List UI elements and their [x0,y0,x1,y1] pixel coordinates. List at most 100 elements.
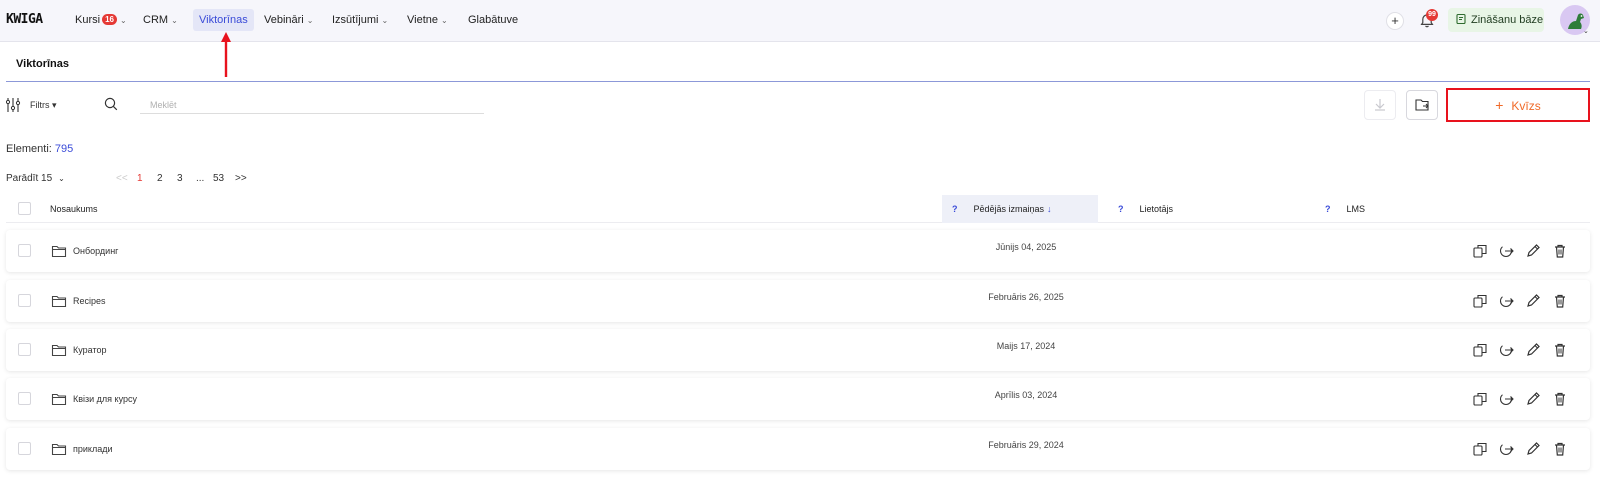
add-quiz-label: Kvīzs [1511,99,1541,113]
duplicate-button[interactable] [1472,391,1488,407]
help-icon[interactable]: ? [1118,204,1124,214]
edit-icon [1527,244,1540,257]
pagination-page[interactable]: 2 [157,173,163,184]
move-icon [1499,392,1514,406]
delete-button[interactable] [1552,293,1568,309]
duplicate-icon [1473,244,1487,258]
delete-button[interactable] [1552,391,1568,407]
nav-item-label: CRM [143,14,169,26]
table-row[interactable]: приклади Februāris 29, 2024 [6,428,1590,470]
delete-icon [1555,244,1565,258]
add-folder-button[interactable] [1406,90,1438,120]
table-row[interactable]: Куратор Maijs 17, 2024 [6,329,1590,371]
duplicate-button[interactable] [1472,342,1488,358]
row-checkbox[interactable] [18,244,31,257]
filter-button[interactable] [5,97,22,116]
nav-item-website[interactable]: Vietne ⌄ [401,9,454,31]
delete-icon [1555,343,1565,357]
pagination-prev[interactable]: << [116,173,128,184]
nav-item-mailings[interactable]: Izsūtījumi ⌄ [326,9,394,31]
column-header-lms[interactable]: ? LMS [1325,204,1365,214]
row-checkbox[interactable] [18,343,31,356]
edit-icon [1527,343,1540,356]
filter-sliders-icon [5,98,21,112]
plus-icon: + [1391,13,1399,28]
table-row[interactable]: Онбординг Jūnijs 04, 2025 [6,230,1590,272]
nav-item-label: Vebināri [264,14,304,26]
pagination-page[interactable]: 3 [177,173,183,184]
edit-button[interactable] [1525,342,1541,358]
edit-button[interactable] [1525,391,1541,407]
edit-button[interactable] [1525,441,1541,457]
chevron-down-icon: ⌄ [381,16,389,25]
courses-count-badge: 16 [102,14,117,25]
chevron-down-icon: ⌄ [441,16,448,25]
folder-icon [51,393,67,406]
add-quiz-button[interactable]: + Kvīzs [1446,88,1590,122]
move-button[interactable] [1498,293,1514,309]
row-name[interactable]: Куратор [73,345,107,355]
help-icon[interactable]: ? [1325,204,1331,214]
row-updated-date: Maijs 17, 2024 [996,341,1056,351]
nav-item-webinars[interactable]: Vebināri ⌄ [258,9,319,31]
move-button[interactable] [1498,342,1514,358]
edit-button[interactable] [1525,293,1541,309]
nav-item-quizzes[interactable]: Viktorīnas [193,9,254,31]
nav-item-crm[interactable]: CRM ⌄ [137,9,184,31]
search-input[interactable] [140,96,484,114]
elements-count: Elementi: 795 [6,143,73,155]
delete-button[interactable] [1552,441,1568,457]
column-header-name[interactable]: Nosaukums [50,204,98,214]
row-checkbox[interactable] [18,294,31,307]
knowledge-base-button[interactable]: Zināšanu bāze [1448,8,1544,32]
select-all-checkbox[interactable] [18,202,31,215]
download-icon [1375,99,1385,111]
filter-label: Filtrs [30,100,50,110]
edit-button[interactable] [1525,243,1541,259]
delete-button[interactable] [1552,342,1568,358]
folder-add-icon [1415,99,1429,111]
delete-icon [1555,442,1565,456]
app-logo[interactable]: KWIGA [6,12,43,27]
page-size-label: Parādīt 15 [6,173,53,184]
nav-item-label: Glabātuve [468,14,519,26]
row-name[interactable]: Recipes [73,296,106,306]
pagination-page[interactable]: 53 [213,173,224,184]
move-icon [1499,442,1514,456]
chevron-down-icon[interactable]: ⌄ [1583,27,1589,35]
pagination-page[interactable]: 1 [137,173,143,184]
column-header-user-label: Lietotājs [1139,204,1174,214]
move-button[interactable] [1498,243,1514,259]
page-size-select[interactable]: Parādīt 15 ⌄ [6,173,65,184]
filter-dropdown[interactable]: Filtrs ▾ [30,100,57,111]
help-icon[interactable]: ? [952,204,958,214]
column-header-user[interactable]: ? Lietotājs [1118,204,1173,214]
quick-add-button[interactable]: + [1386,12,1404,30]
duplicate-button[interactable] [1472,243,1488,259]
table-row[interactable]: Квізи для курсу Aprīlis 03, 2024 [6,378,1590,420]
row-name[interactable]: Онбординг [73,246,118,256]
table-row[interactable]: Recipes Februāris 26, 2025 [6,280,1590,322]
title-divider [6,81,1590,82]
knowledge-base-icon [1456,13,1466,25]
nav-item-courses[interactable]: Kursi 16 ⌄ [69,9,133,31]
move-button[interactable] [1498,391,1514,407]
move-button[interactable] [1498,441,1514,457]
download-button[interactable] [1364,90,1396,120]
magnifier-icon [104,97,118,111]
row-checkbox[interactable] [18,392,31,405]
row-updated-date: Februāris 29, 2024 [988,440,1064,450]
delete-button[interactable] [1552,243,1568,259]
search-icon[interactable] [104,97,118,114]
duplicate-button[interactable] [1472,441,1488,457]
plus-icon: + [1495,97,1504,113]
row-checkbox[interactable] [18,442,31,455]
pagination-next[interactable]: >> [235,173,247,184]
row-name[interactable]: Квізи для курсу [73,394,137,404]
row-name[interactable]: приклади [73,444,112,454]
nav-item-label: Izsūtījumi [332,14,379,26]
column-header-updated[interactable]: ? Pēdējās izmaiņas ↓ [952,204,1052,214]
duplicate-button[interactable] [1472,293,1488,309]
pagination-ellipsis: ... [196,173,205,184]
nav-item-storage[interactable]: Glabātuve [462,9,524,31]
